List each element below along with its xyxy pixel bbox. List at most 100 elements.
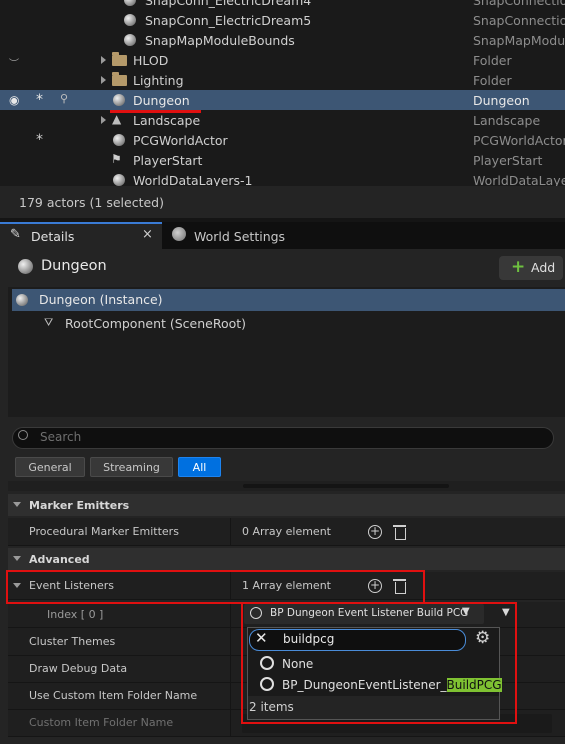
component-name: Dungeon (Instance) [39, 292, 163, 307]
outliner-row[interactable]: * PCGWorldActor PCGWorldActor [0, 130, 565, 150]
search-placeholder: Search [40, 430, 82, 444]
scene-root-icon: ⛛ [44, 316, 54, 329]
row-type: Landscape [473, 113, 541, 128]
world-outliner: SnapConn_ElectricDream4 SnapConnection S… [0, 0, 565, 186]
details-icon: ✎ [10, 227, 21, 242]
component-name: RootComponent (SceneRoot) [65, 316, 247, 331]
property-label: Index [ 0 ] [47, 608, 104, 621]
column-divider [230, 656, 231, 683]
tab-details[interactable]: ✎ Details × [0, 222, 162, 249]
category-marker-emitters[interactable]: Marker Emitters [8, 494, 565, 516]
actor-icon [113, 134, 125, 146]
property-row-procedural-marker-emitters: Procedural Marker Emitters 0 Array eleme… [8, 518, 565, 546]
row-type: Folder [473, 53, 512, 68]
row-type: SnapConnection [473, 13, 565, 28]
row-name: SnapConn_ElectricDream4 [145, 0, 312, 8]
tab-bar: ✎ Details × World Settings [0, 222, 565, 249]
actor-icon [124, 0, 136, 6]
row-name: Lighting [133, 73, 184, 88]
outliner-row[interactable]: ▲ Landscape Landscape [0, 110, 565, 130]
row-name: Landscape [133, 113, 201, 128]
outliner-row-selected[interactable]: ◉ * ⚲ Dungeon Dungeon [0, 90, 565, 110]
row-name: Dungeon [133, 93, 190, 108]
folder-icon [112, 52, 127, 66]
outliner-row[interactable]: WorldDataLayers-1 WorldDataLayer [0, 170, 565, 186]
category-label: Advanced [29, 553, 90, 566]
component-row[interactable]: ⛛ RootComponent (SceneRoot) [12, 313, 565, 335]
hidden-eye-icon[interactable]: ︶ [9, 55, 19, 70]
details-search-input[interactable]: Search [12, 427, 554, 449]
annotation-box-picker [241, 602, 517, 724]
actor-icon [124, 14, 136, 26]
column-divider [230, 710, 231, 737]
actor-icon [18, 259, 33, 274]
actor-icon [124, 34, 136, 46]
category-label: Marker Emitters [29, 499, 130, 512]
row-type: Dungeon [473, 93, 530, 108]
search-icon [18, 430, 28, 440]
actor-icon [16, 294, 28, 306]
property-label: Draw Debug Data [29, 662, 128, 675]
row-name: PlayerStart [133, 153, 203, 168]
filter-general-button[interactable]: General [15, 457, 85, 477]
outliner-row[interactable]: SnapConn_ElectricDream5 SnapConnection [0, 10, 565, 30]
filter-streaming-button[interactable]: Streaming [90, 457, 173, 477]
row-type: SnapMapModule [473, 33, 565, 48]
category-advanced[interactable]: Advanced [8, 548, 565, 570]
plus-icon: + [511, 257, 526, 277]
property-label: Procedural Marker Emitters [29, 525, 179, 538]
row-type: WorldDataLayer [473, 173, 565, 186]
column-divider [230, 602, 231, 628]
add-label: Add [531, 260, 556, 275]
property-label: Custom Item Folder Name [29, 716, 174, 729]
filter-all-button[interactable]: All [178, 457, 221, 477]
row-name: HLOD [133, 53, 169, 68]
trash-icon[interactable] [393, 525, 406, 540]
actor-count: 179 actors (1 selected) [19, 195, 164, 210]
row-type: PCGWorldActor [473, 133, 565, 148]
tab-world-settings[interactable]: World Settings [166, 222, 306, 249]
folder-icon [112, 72, 127, 86]
annotation-box-event-listeners [6, 570, 425, 604]
property-label: Cluster Themes [29, 635, 116, 648]
column-divider [230, 628, 231, 656]
collapse-arrow-icon[interactable] [13, 502, 21, 507]
outliner-row[interactable]: SnapConn_ElectricDream4 SnapConnection [0, 0, 565, 10]
outliner-row[interactable]: Lighting Folder [0, 70, 565, 90]
expand-arrow-icon[interactable] [101, 76, 106, 84]
property-label: Use Custom Item Folder Name [29, 689, 198, 702]
star-icon[interactable]: * [36, 92, 43, 108]
globe-icon [172, 227, 186, 241]
collapse-arrow-icon[interactable] [13, 556, 21, 561]
star-icon[interactable]: * [36, 132, 43, 148]
row-name: PCGWorldActor [133, 133, 228, 148]
outliner-row[interactable]: ︶ HLOD Folder [0, 50, 565, 70]
add-component-button[interactable]: + Add [499, 256, 563, 280]
close-tab-icon[interactable]: × [142, 227, 153, 242]
component-row-selected[interactable]: Dungeon (Instance) [12, 289, 565, 311]
row-type: SnapConnection [473, 0, 565, 8]
row-name: SnapMapModuleBounds [145, 33, 295, 48]
expand-arrow-icon[interactable] [101, 116, 106, 124]
tab-world-settings-label: World Settings [194, 229, 286, 244]
player-start-icon: ⚑ [111, 152, 122, 166]
outliner-status-bar: 179 actors (1 selected) [0, 186, 565, 218]
add-element-icon[interactable]: + [368, 525, 382, 539]
scroll-thumb[interactable] [243, 484, 449, 488]
outliner-row[interactable]: SnapMapModuleBounds SnapMapModule [0, 30, 565, 50]
row-type: Folder [473, 73, 512, 88]
row-name: SnapConn_ElectricDream5 [145, 13, 312, 28]
column-divider [230, 518, 231, 546]
expand-arrow-icon[interactable] [101, 56, 106, 64]
pin-icon[interactable]: ⚲ [60, 92, 68, 105]
actor-name: Dungeon [41, 258, 107, 274]
outliner-row[interactable]: ⚑ PlayerStart PlayerStart [0, 150, 565, 170]
column-divider [230, 683, 231, 710]
property-value: 0 Array element [242, 525, 331, 538]
tab-details-label: Details [31, 229, 75, 244]
actor-icon [113, 174, 125, 186]
actor-icon [113, 94, 125, 106]
row-name: WorldDataLayers-1 [133, 173, 253, 186]
visibility-eye-icon[interactable]: ◉ [9, 93, 19, 107]
row-type: PlayerStart [473, 153, 543, 168]
